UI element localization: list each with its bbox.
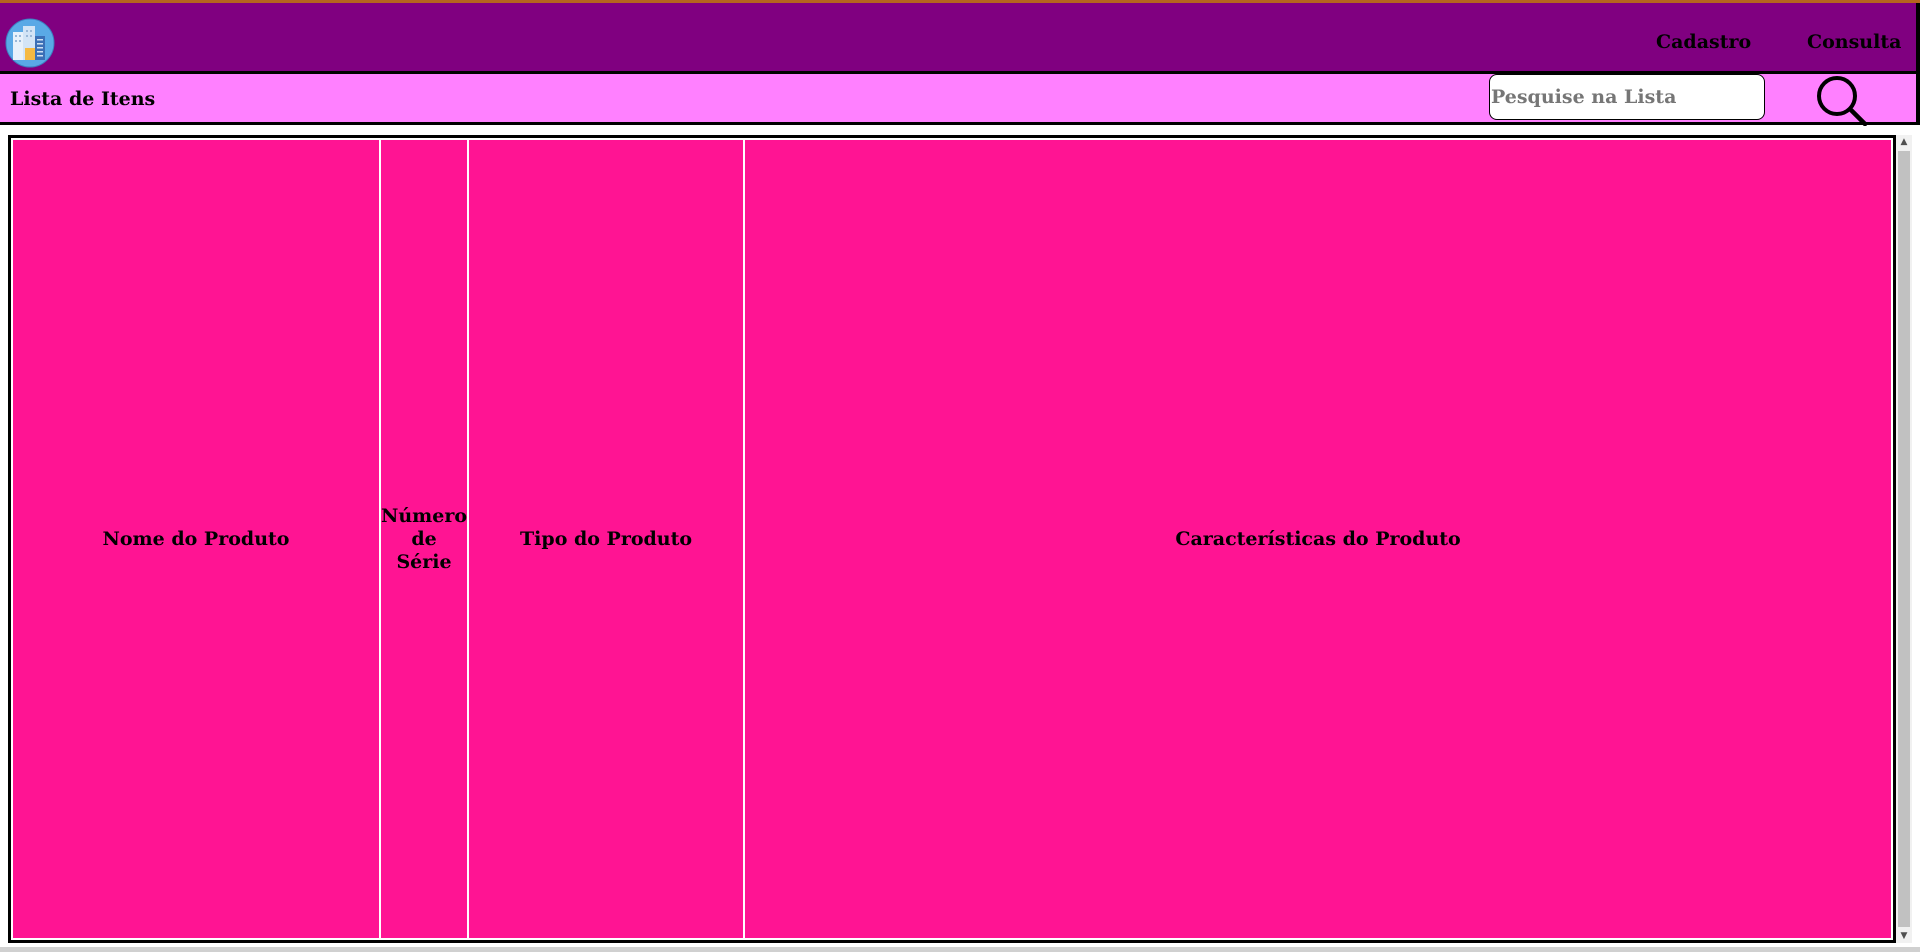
top-navbar: Cadastro Consulta [0, 3, 1920, 74]
search-icon[interactable] [1815, 76, 1869, 127]
table-header-row: Nome do Produto Número de Série Tipo do … [13, 140, 1891, 938]
table-scrollbar[interactable]: ▲ ▼ [1896, 135, 1912, 943]
building-logo-icon[interactable] [5, 18, 55, 68]
page-title: Lista de Itens [10, 88, 156, 110]
column-header-tipo[interactable]: Tipo do Produto [469, 140, 744, 938]
scroll-up-icon[interactable]: ▲ [1896, 135, 1912, 149]
scroll-thumb[interactable] [1898, 151, 1910, 927]
items-table: Nome do Produto Número de Série Tipo do … [11, 138, 1893, 940]
column-header-nome[interactable]: Nome do Produto [13, 140, 379, 938]
bottom-edge [0, 947, 1920, 952]
nav-link-consulta[interactable]: Consulta [1807, 31, 1901, 53]
column-header-caracteristicas[interactable]: Características do Produto [745, 140, 1891, 938]
list-header-bar: Lista de Itens [0, 74, 1920, 127]
search-input[interactable] [1489, 74, 1765, 120]
items-table-container: Nome do Produto Número de Série Tipo do … [8, 135, 1896, 943]
scroll-down-icon[interactable]: ▼ [1896, 929, 1912, 943]
nav-link-cadastro[interactable]: Cadastro [1656, 31, 1751, 53]
column-header-numero-serie[interactable]: Número de Série [381, 140, 468, 938]
